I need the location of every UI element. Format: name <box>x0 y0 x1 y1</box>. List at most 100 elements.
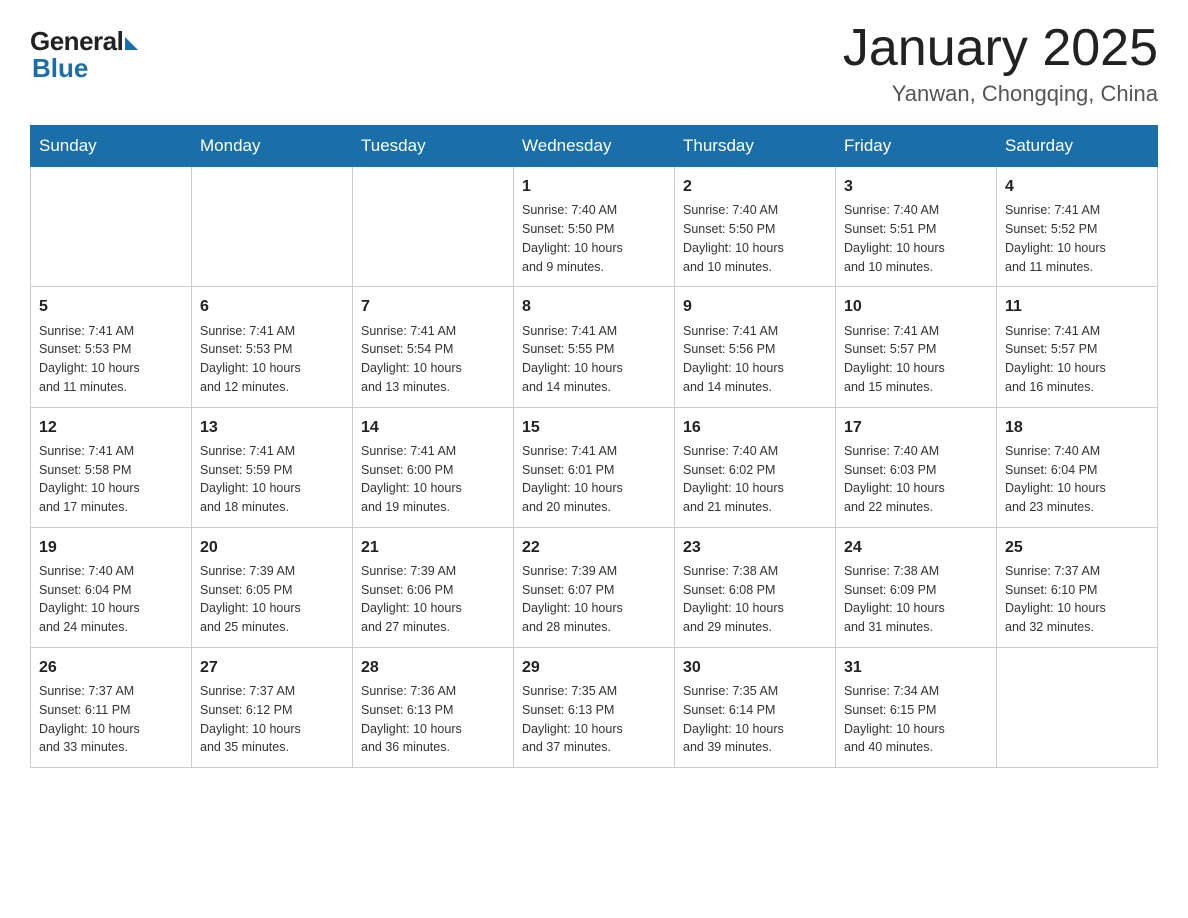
day-number: 2 <box>683 175 827 198</box>
day-number: 19 <box>39 536 183 559</box>
calendar-day-cell: 23 Sunrise: 7:38 AM Sunset: 6:08 PM Dayli… <box>675 527 836 647</box>
calendar-day-cell: 10 Sunrise: 7:41 AM Sunset: 5:57 PM Dayli… <box>836 287 997 407</box>
calendar-day-cell: 19 Sunrise: 7:40 AM Sunset: 6:04 PM Dayli… <box>31 527 192 647</box>
day-info: Sunrise: 7:39 AM Sunset: 6:06 PM Dayligh… <box>361 562 505 637</box>
calendar-day-cell <box>31 167 192 287</box>
day-number: 26 <box>39 656 183 679</box>
day-number: 7 <box>361 295 505 318</box>
day-info: Sunrise: 7:41 AM Sunset: 5:53 PM Dayligh… <box>39 322 183 397</box>
day-number: 24 <box>844 536 988 559</box>
day-number: 15 <box>522 416 666 439</box>
day-number: 27 <box>200 656 344 679</box>
day-of-week-header: Wednesday <box>514 126 675 167</box>
day-number: 14 <box>361 416 505 439</box>
day-number: 17 <box>844 416 988 439</box>
day-info: Sunrise: 7:38 AM Sunset: 6:09 PM Dayligh… <box>844 562 988 637</box>
day-number: 28 <box>361 656 505 679</box>
calendar-day-cell: 25Sunrise: 7:37 AM Sunset: 6:10 PM Dayli… <box>997 527 1158 647</box>
day-of-week-header: Tuesday <box>353 126 514 167</box>
day-number: 9 <box>683 295 827 318</box>
calendar-subtitle: Yanwan, Chongqing, China <box>843 81 1158 107</box>
logo: General Blue <box>30 20 138 84</box>
calendar-week-row: 12Sunrise: 7:41 AM Sunset: 5:58 PM Dayli… <box>31 407 1158 527</box>
calendar-day-cell: 27 Sunrise: 7:37 AM Sunset: 6:12 PM Dayli… <box>192 647 353 767</box>
day-info: Sunrise: 7:41 AM Sunset: 5:54 PM Dayligh… <box>361 322 505 397</box>
calendar-day-cell: 2 Sunrise: 7:40 AM Sunset: 5:50 PM Daylig… <box>675 167 836 287</box>
day-info: Sunrise: 7:38 AM Sunset: 6:08 PM Dayligh… <box>683 562 827 637</box>
calendar-day-cell: 26 Sunrise: 7:37 AM Sunset: 6:11 PM Dayli… <box>31 647 192 767</box>
calendar-header-row: SundayMondayTuesdayWednesdayThursdayFrid… <box>31 126 1158 167</box>
logo-arrow-icon <box>125 37 138 50</box>
calendar-day-cell: 1 Sunrise: 7:40 AM Sunset: 5:50 PM Daylig… <box>514 167 675 287</box>
day-info: Sunrise: 7:37 AM Sunset: 6:12 PM Dayligh… <box>200 682 344 757</box>
calendar-day-cell: 24 Sunrise: 7:38 AM Sunset: 6:09 PM Dayli… <box>836 527 997 647</box>
title-block: January 2025 Yanwan, Chongqing, China <box>843 20 1158 107</box>
day-info: Sunrise: 7:41 AM Sunset: 6:01 PM Dayligh… <box>522 442 666 517</box>
day-of-week-header: Sunday <box>31 126 192 167</box>
day-info: Sunrise: 7:37 AM Sunset: 6:11 PM Dayligh… <box>39 682 183 757</box>
calendar-table: SundayMondayTuesdayWednesdayThursdayFrid… <box>30 125 1158 768</box>
day-number: 18 <box>1005 416 1149 439</box>
calendar-day-cell: 12Sunrise: 7:41 AM Sunset: 5:58 PM Dayli… <box>31 407 192 527</box>
calendar-day-cell: 14Sunrise: 7:41 AM Sunset: 6:00 PM Dayli… <box>353 407 514 527</box>
day-info: Sunrise: 7:40 AM Sunset: 5:50 PM Dayligh… <box>522 201 666 276</box>
day-info: Sunrise: 7:39 AM Sunset: 6:05 PM Dayligh… <box>200 562 344 637</box>
calendar-day-cell <box>353 167 514 287</box>
day-info: Sunrise: 7:41 AM Sunset: 5:52 PM Dayligh… <box>1005 201 1149 276</box>
day-number: 10 <box>844 295 988 318</box>
day-of-week-header: Monday <box>192 126 353 167</box>
calendar-week-row: 5 Sunrise: 7:41 AM Sunset: 5:53 PM Daylig… <box>31 287 1158 407</box>
day-number: 31 <box>844 656 988 679</box>
calendar-day-cell: 21Sunrise: 7:39 AM Sunset: 6:06 PM Dayli… <box>353 527 514 647</box>
calendar-day-cell: 3 Sunrise: 7:40 AM Sunset: 5:51 PM Daylig… <box>836 167 997 287</box>
day-info: Sunrise: 7:41 AM Sunset: 5:57 PM Dayligh… <box>1005 322 1149 397</box>
day-info: Sunrise: 7:41 AM Sunset: 5:56 PM Dayligh… <box>683 322 827 397</box>
calendar-week-row: 26 Sunrise: 7:37 AM Sunset: 6:11 PM Dayli… <box>31 647 1158 767</box>
calendar-day-cell <box>192 167 353 287</box>
calendar-day-cell: 31Sunrise: 7:34 AM Sunset: 6:15 PM Dayli… <box>836 647 997 767</box>
day-number: 8 <box>522 295 666 318</box>
calendar-week-row: 1 Sunrise: 7:40 AM Sunset: 5:50 PM Daylig… <box>31 167 1158 287</box>
day-info: Sunrise: 7:41 AM Sunset: 5:55 PM Dayligh… <box>522 322 666 397</box>
calendar-day-cell: 6Sunrise: 7:41 AM Sunset: 5:53 PM Daylig… <box>192 287 353 407</box>
calendar-day-cell: 9 Sunrise: 7:41 AM Sunset: 5:56 PM Daylig… <box>675 287 836 407</box>
day-number: 16 <box>683 416 827 439</box>
calendar-day-cell: 5 Sunrise: 7:41 AM Sunset: 5:53 PM Daylig… <box>31 287 192 407</box>
day-number: 4 <box>1005 175 1149 198</box>
day-number: 20 <box>200 536 344 559</box>
logo-blue-text: Blue <box>30 53 88 84</box>
day-number: 5 <box>39 295 183 318</box>
calendar-day-cell: 11 Sunrise: 7:41 AM Sunset: 5:57 PM Dayli… <box>997 287 1158 407</box>
day-number: 13 <box>200 416 344 439</box>
day-info: Sunrise: 7:41 AM Sunset: 5:57 PM Dayligh… <box>844 322 988 397</box>
day-info: Sunrise: 7:35 AM Sunset: 6:14 PM Dayligh… <box>683 682 827 757</box>
calendar-day-cell: 22 Sunrise: 7:39 AM Sunset: 6:07 PM Dayli… <box>514 527 675 647</box>
day-number: 29 <box>522 656 666 679</box>
day-number: 25 <box>1005 536 1149 559</box>
calendar-title: January 2025 <box>843 20 1158 77</box>
day-info: Sunrise: 7:40 AM Sunset: 5:51 PM Dayligh… <box>844 201 988 276</box>
calendar-day-cell: 30Sunrise: 7:35 AM Sunset: 6:14 PM Dayli… <box>675 647 836 767</box>
day-number: 6 <box>200 295 344 318</box>
day-number: 3 <box>844 175 988 198</box>
day-of-week-header: Saturday <box>997 126 1158 167</box>
day-number: 11 <box>1005 295 1149 318</box>
day-info: Sunrise: 7:41 AM Sunset: 5:59 PM Dayligh… <box>200 442 344 517</box>
day-info: Sunrise: 7:35 AM Sunset: 6:13 PM Dayligh… <box>522 682 666 757</box>
day-number: 22 <box>522 536 666 559</box>
calendar-day-cell: 13 Sunrise: 7:41 AM Sunset: 5:59 PM Dayli… <box>192 407 353 527</box>
day-info: Sunrise: 7:40 AM Sunset: 5:50 PM Dayligh… <box>683 201 827 276</box>
day-of-week-header: Thursday <box>675 126 836 167</box>
day-info: Sunrise: 7:40 AM Sunset: 6:04 PM Dayligh… <box>39 562 183 637</box>
page-header: General Blue January 2025 Yanwan, Chongq… <box>30 20 1158 107</box>
day-number: 1 <box>522 175 666 198</box>
day-number: 23 <box>683 536 827 559</box>
calendar-day-cell <box>997 647 1158 767</box>
day-info: Sunrise: 7:36 AM Sunset: 6:13 PM Dayligh… <box>361 682 505 757</box>
day-info: Sunrise: 7:39 AM Sunset: 6:07 PM Dayligh… <box>522 562 666 637</box>
calendar-day-cell: 4 Sunrise: 7:41 AM Sunset: 5:52 PM Daylig… <box>997 167 1158 287</box>
day-info: Sunrise: 7:40 AM Sunset: 6:03 PM Dayligh… <box>844 442 988 517</box>
calendar-day-cell: 17 Sunrise: 7:40 AM Sunset: 6:03 PM Dayli… <box>836 407 997 527</box>
calendar-day-cell: 16Sunrise: 7:40 AM Sunset: 6:02 PM Dayli… <box>675 407 836 527</box>
calendar-week-row: 19 Sunrise: 7:40 AM Sunset: 6:04 PM Dayli… <box>31 527 1158 647</box>
